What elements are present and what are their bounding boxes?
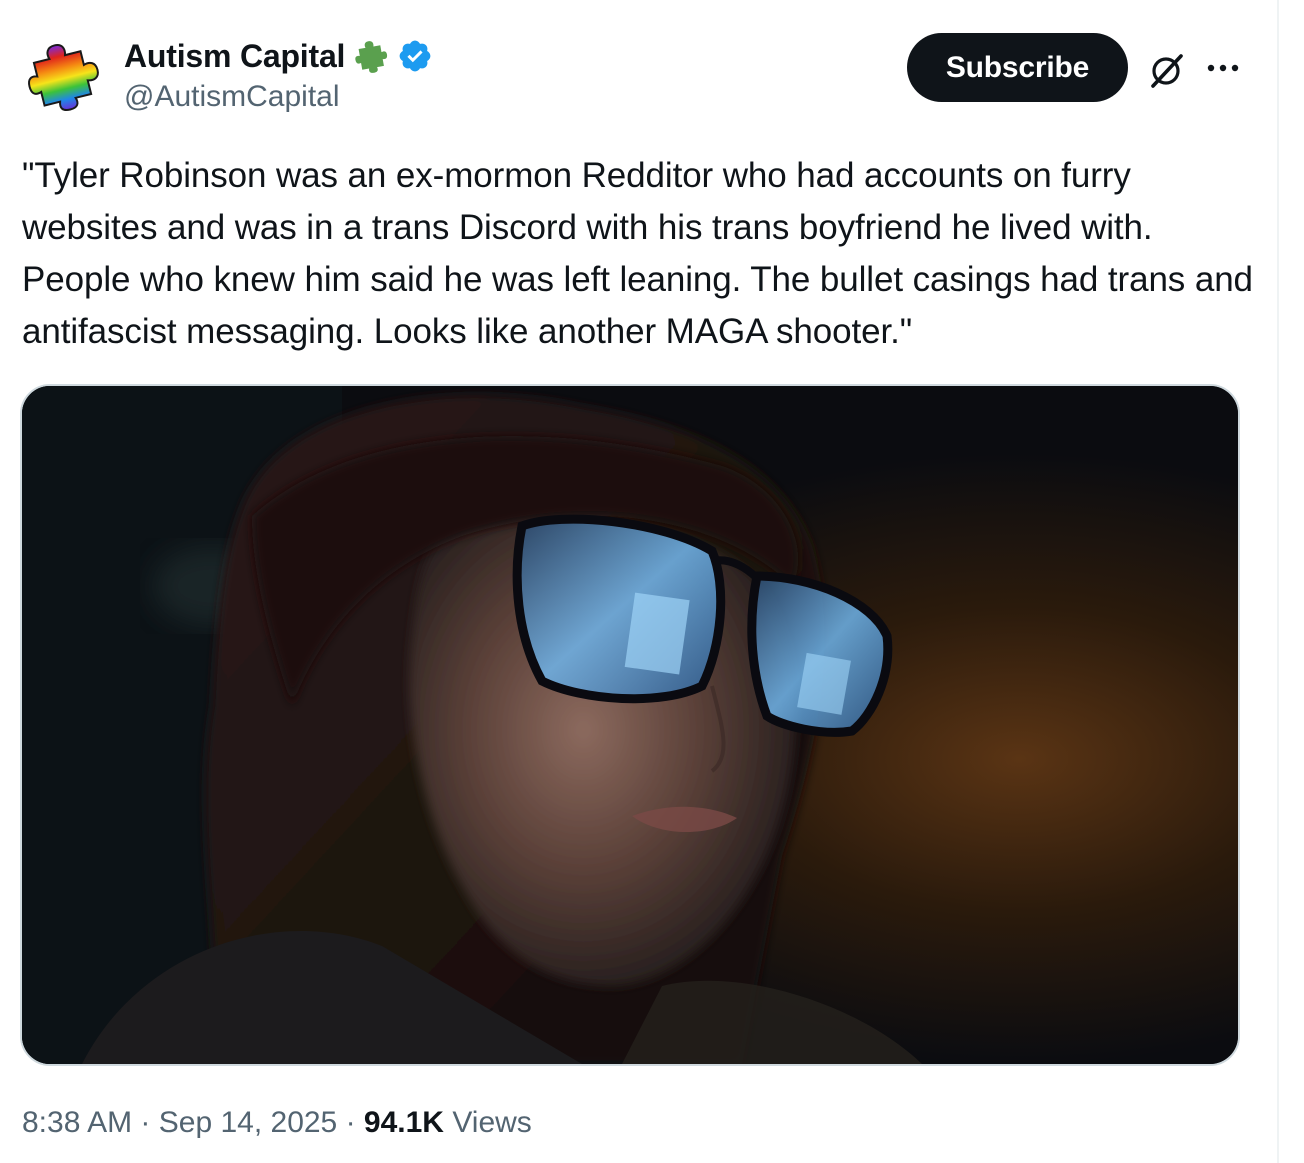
author-display-name[interactable]: Autism Capital xyxy=(124,38,345,75)
meta-separator: · xyxy=(132,1106,159,1139)
photo-woman-glasses-screen-glow xyxy=(22,386,1238,1064)
grok-icon[interactable] xyxy=(1147,50,1187,90)
tweet-text: "Tyler Robinson was an ex-mormon Reddito… xyxy=(22,156,1253,351)
author-name-row: Autism Capital xyxy=(124,36,433,76)
author-handle[interactable]: @AutismCapital xyxy=(124,80,340,114)
views-count: 94.1K xyxy=(363,1106,444,1139)
views-label: Views xyxy=(443,1106,532,1139)
subscribe-button[interactable]: Subscribe xyxy=(907,33,1128,102)
tweet-time[interactable]: 8:38 AM xyxy=(22,1106,132,1140)
tweet-date[interactable]: Sep 14, 2025 xyxy=(159,1106,338,1140)
tweet-meta: 8:38 AM · Sep 14, 2025 · 94.1K Views xyxy=(22,1106,532,1140)
tweet-card: Autism Capital @AutismCapital Subscribe … xyxy=(0,0,1277,1163)
avatar[interactable] xyxy=(24,38,104,114)
green-puzzle-piece-icon xyxy=(355,41,388,73)
verified-badge-icon[interactable] xyxy=(397,38,433,74)
tweet-photo[interactable] xyxy=(20,384,1240,1066)
meta-separator: · xyxy=(337,1106,364,1139)
column-divider xyxy=(1277,0,1279,1163)
more-options-icon[interactable] xyxy=(1203,52,1243,84)
